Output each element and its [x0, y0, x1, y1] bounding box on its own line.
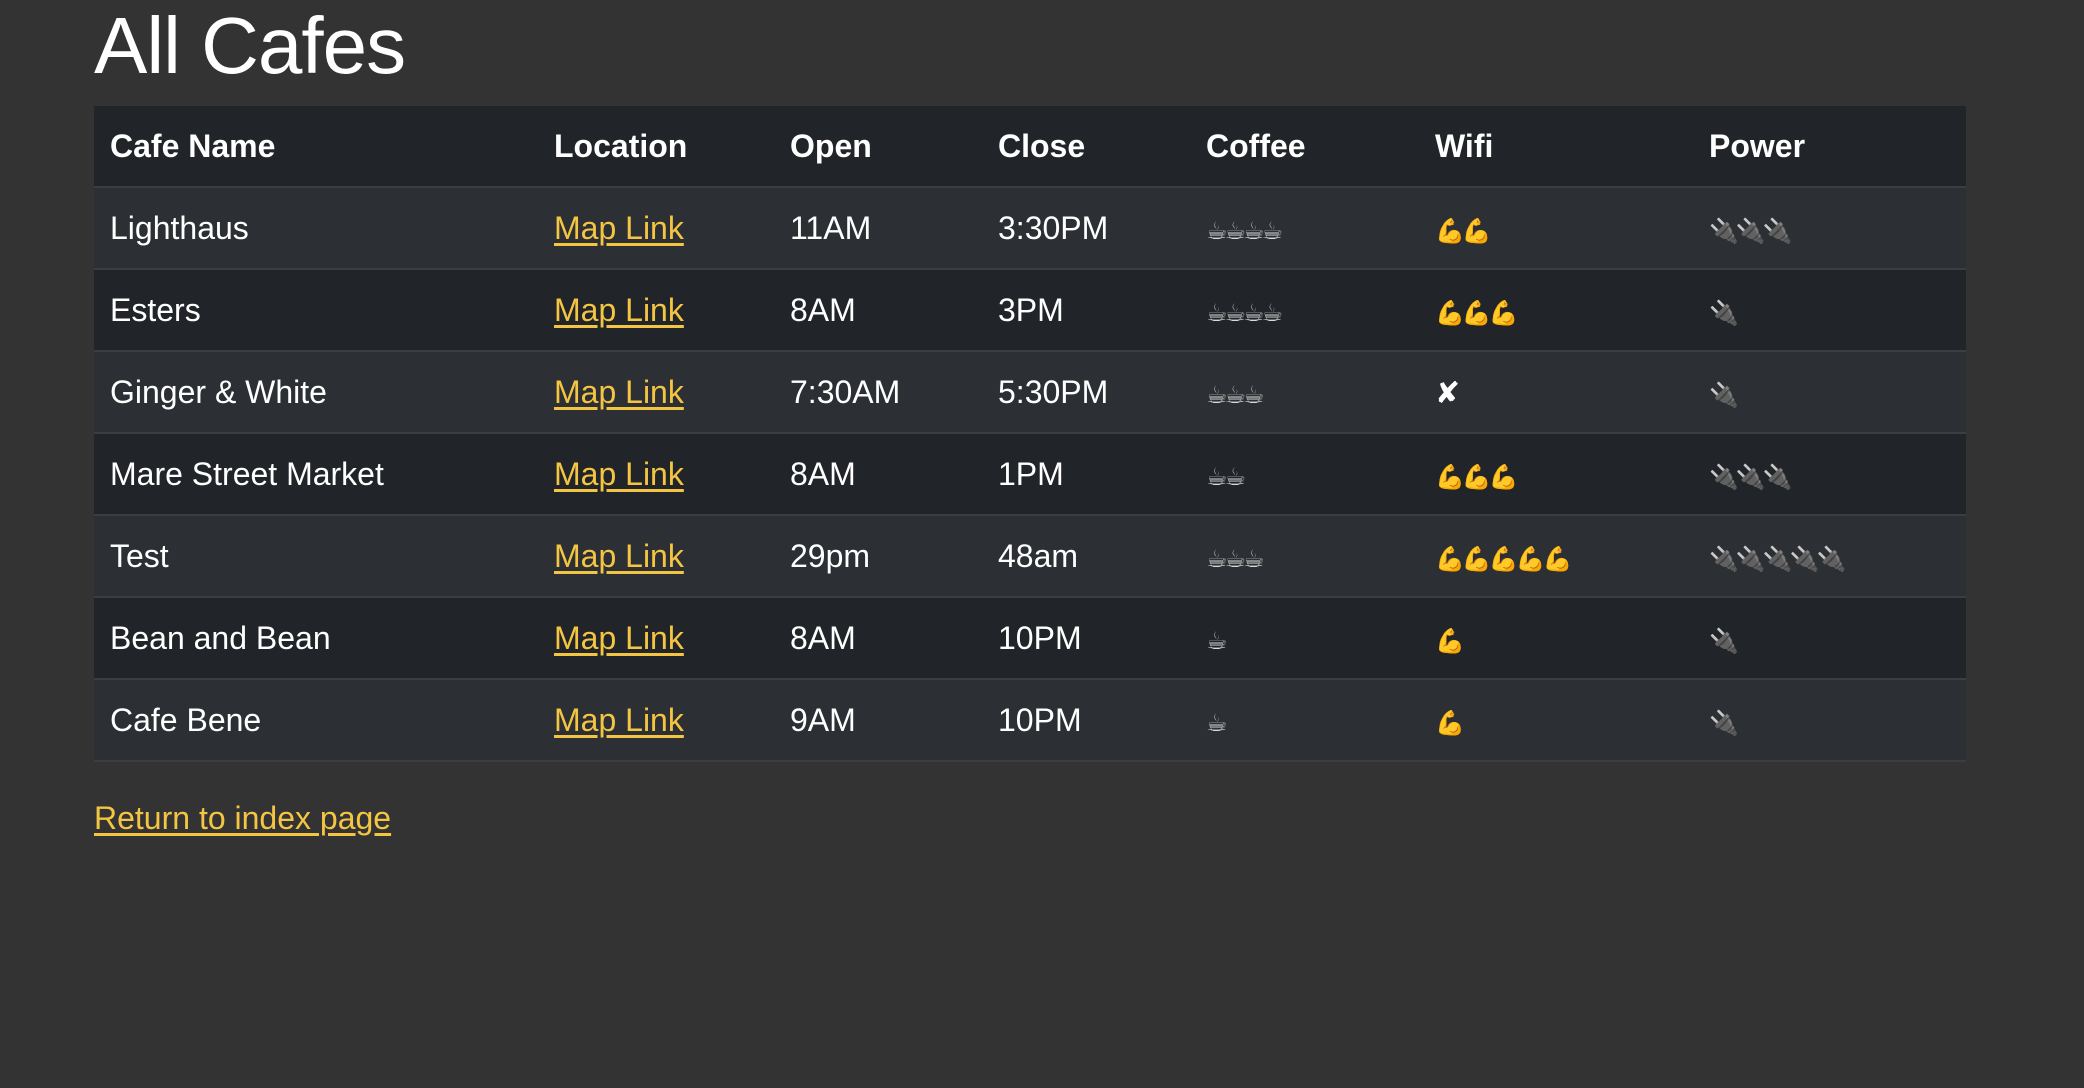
location-cell: Map Link: [538, 269, 774, 352]
table-row: Ginger & White Map Link 7:30AM 5:30PM ☕☕…: [94, 351, 1966, 434]
open-time-cell: 9AM: [774, 679, 982, 762]
power-rating-icons: 🔌🔌🔌: [1709, 216, 1793, 245]
table-row: Bean and Bean Map Link 8AM 10PM ☕ 💪 🔌: [94, 597, 1966, 680]
coffee-cell: ☕☕☕☕: [1190, 269, 1419, 352]
wifi-cell: 💪💪💪: [1419, 433, 1693, 516]
power-cell: 🔌🔌🔌: [1693, 187, 1966, 270]
column-header-cafe-name: Cafe Name: [94, 106, 538, 188]
close-time-cell: 3PM: [982, 269, 1190, 352]
coffee-rating-icons: ☕☕: [1206, 462, 1246, 491]
coffee-rating-icons: ☕☕☕: [1206, 544, 1265, 573]
cafe-name-cell: Ginger & White: [94, 351, 538, 434]
wifi-cell: ✘: [1419, 351, 1693, 434]
map-link[interactable]: Map Link: [554, 292, 684, 328]
cafe-name-cell: Cafe Bene: [94, 679, 538, 762]
wifi-cell: 💪: [1419, 679, 1693, 762]
close-time-cell: 5:30PM: [982, 351, 1190, 434]
cafe-name-cell: Mare Street Market: [94, 433, 538, 516]
wifi-rating-icons: 💪💪💪: [1435, 298, 1519, 327]
map-link[interactable]: Map Link: [554, 456, 684, 492]
power-rating-icons: 🔌: [1709, 708, 1739, 737]
close-time-cell: 10PM: [982, 597, 1190, 680]
open-time-cell: 8AM: [774, 433, 982, 516]
table-row: Mare Street Market Map Link 8AM 1PM ☕☕ 💪…: [94, 433, 1966, 516]
table-header-row: Cafe Name Location Open Close Coffee Wif…: [94, 106, 1966, 188]
close-time-cell: 3:30PM: [982, 187, 1190, 270]
open-time-cell: 8AM: [774, 597, 982, 680]
power-rating-icons: 🔌🔌🔌🔌🔌: [1709, 544, 1846, 573]
page: All Cafes Cafe Name Location Open Close …: [0, 0, 2084, 1088]
coffee-cell: ☕☕: [1190, 433, 1419, 516]
cafe-name-cell: Lighthaus: [94, 187, 538, 270]
column-header-wifi: Wifi: [1419, 106, 1693, 188]
open-time-cell: 29pm: [774, 515, 982, 598]
coffee-rating-icons: ☕☕☕☕: [1206, 216, 1283, 245]
cafe-name-cell: Test: [94, 515, 538, 598]
open-time-cell: 8AM: [774, 269, 982, 352]
cafes-table: Cafe Name Location Open Close Coffee Wif…: [94, 106, 1966, 762]
power-rating-icons: 🔌: [1709, 298, 1739, 327]
coffee-rating-icons: ☕☕☕☕: [1206, 298, 1283, 327]
wifi-cell: 💪💪💪💪💪: [1419, 515, 1693, 598]
coffee-cell: ☕: [1190, 679, 1419, 762]
table-row: Esters Map Link 8AM 3PM ☕☕☕☕ 💪💪💪 🔌: [94, 269, 1966, 352]
column-header-open: Open: [774, 106, 982, 188]
open-time-cell: 7:30AM: [774, 351, 982, 434]
coffee-rating-icons: ☕: [1206, 626, 1227, 655]
coffee-cell: ☕☕☕☕: [1190, 187, 1419, 270]
wifi-cell: 💪💪💪: [1419, 269, 1693, 352]
power-cell: 🔌: [1693, 597, 1966, 680]
power-cell: 🔌🔌🔌: [1693, 433, 1966, 516]
coffee-cell: ☕: [1190, 597, 1419, 680]
table-row: Cafe Bene Map Link 9AM 10PM ☕ 💪 🔌: [94, 679, 1966, 762]
power-rating-icons: 🔌🔌🔌: [1709, 462, 1793, 491]
close-time-cell: 1PM: [982, 433, 1190, 516]
coffee-cell: ☕☕☕: [1190, 515, 1419, 598]
map-link[interactable]: Map Link: [554, 620, 684, 656]
location-cell: Map Link: [538, 351, 774, 434]
power-rating-icons: 🔌: [1709, 380, 1739, 409]
column-header-coffee: Coffee: [1190, 106, 1419, 188]
column-header-power: Power: [1693, 106, 1966, 188]
column-header-location: Location: [538, 106, 774, 188]
coffee-cell: ☕☕☕: [1190, 351, 1419, 434]
location-cell: Map Link: [538, 515, 774, 598]
location-cell: Map Link: [538, 187, 774, 270]
close-time-cell: 48am: [982, 515, 1190, 598]
power-cell: 🔌🔌🔌🔌🔌: [1693, 515, 1966, 598]
no-wifi-icon: ✘: [1435, 375, 1461, 411]
close-time-cell: 10PM: [982, 679, 1190, 762]
table-row: Lighthaus Map Link 11AM 3:30PM ☕☕☕☕ 💪💪 🔌…: [94, 187, 1966, 270]
power-rating-icons: 🔌: [1709, 626, 1739, 655]
wifi-rating-icons: 💪💪💪💪💪: [1435, 544, 1572, 573]
wifi-cell: 💪: [1419, 597, 1693, 680]
cafe-name-cell: Bean and Bean: [94, 597, 538, 680]
wifi-rating-icons: 💪💪: [1435, 216, 1492, 245]
map-link[interactable]: Map Link: [554, 374, 684, 410]
power-cell: 🔌: [1693, 351, 1966, 434]
coffee-rating-icons: ☕☕☕: [1206, 380, 1265, 409]
wifi-rating-icons: 💪: [1435, 708, 1465, 737]
location-cell: Map Link: [538, 597, 774, 680]
location-cell: Map Link: [538, 433, 774, 516]
power-cell: 🔌: [1693, 679, 1966, 762]
location-cell: Map Link: [538, 679, 774, 762]
table-row: Test Map Link 29pm 48am ☕☕☕ 💪💪💪💪💪 🔌🔌🔌🔌🔌: [94, 515, 1966, 598]
cafe-name-cell: Esters: [94, 269, 538, 352]
power-cell: 🔌: [1693, 269, 1966, 352]
coffee-rating-icons: ☕: [1206, 708, 1227, 737]
return-to-index-link[interactable]: Return to index page: [94, 798, 391, 838]
open-time-cell: 11AM: [774, 187, 982, 270]
map-link[interactable]: Map Link: [554, 538, 684, 574]
wifi-rating-icons: 💪💪💪: [1435, 462, 1519, 491]
wifi-rating-icons: 💪: [1435, 626, 1465, 655]
column-header-close: Close: [982, 106, 1190, 188]
page-title: All Cafes: [94, 1, 406, 90]
map-link[interactable]: Map Link: [554, 210, 684, 246]
wifi-cell: 💪💪: [1419, 187, 1693, 270]
map-link[interactable]: Map Link: [554, 702, 684, 738]
